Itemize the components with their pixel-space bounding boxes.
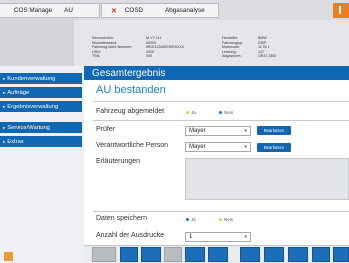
info-col2: M-YY 111 50000 WDD1234567890XXXX 0000 000	[146, 36, 184, 59]
radio-label: Ja	[191, 217, 196, 222]
info-cell: OR47-OBD	[258, 54, 277, 59]
radio-label: Nein	[224, 217, 234, 222]
next-icon[interactable]	[333, 247, 349, 262]
fahrzeug-radio-ja[interactable]: Ja	[186, 110, 196, 115]
arrow-right-icon: ▸	[3, 103, 6, 109]
sidebar-item-extras[interactable]: ▸ Extras	[0, 136, 82, 147]
radio-icon	[219, 111, 222, 114]
arrow-right-icon: ▸	[3, 75, 6, 81]
radio-label: Ja	[191, 110, 196, 115]
sidebar-item-label: Aufträge	[7, 89, 30, 96]
sidebar-item-auftraege[interactable]: ▸ Aufträge	[0, 87, 82, 98]
tab-cosd-label: COSD	[124, 7, 144, 14]
toolbar-button-tool[interactable]	[164, 247, 182, 262]
arrow-right-icon: ▸	[3, 138, 6, 144]
toolbar-button-2[interactable]	[141, 247, 161, 262]
verantwortliche-person-select[interactable]: Mayer ▾	[185, 142, 251, 152]
sidebar-item-label: Service/Wartung	[7, 124, 50, 131]
toolbar-button-back[interactable]	[92, 247, 116, 262]
tab-cos-manager-label: COS Manage	[14, 7, 53, 14]
warning-icon[interactable]	[4, 252, 13, 261]
sidebar-item-label: Extras	[7, 138, 24, 145]
fahrzeug-radio-nein[interactable]: Nein	[219, 110, 233, 115]
tab-cos-manager[interactable]: COS Manage AU	[0, 3, 100, 18]
toolbar-button-1[interactable]	[120, 247, 138, 262]
page-title: Gesamtergebnis	[84, 66, 349, 80]
erlaeuterungen-label: Erläuterungen	[96, 158, 140, 165]
toolbar-button-3[interactable]	[185, 247, 205, 262]
daten-speichern-label: Daten speichern	[96, 215, 147, 222]
info-col3: Hersteller: Fahrzeugtyp: Motorcode: Leistun…	[222, 36, 243, 59]
arrow-right-icon: ▸	[3, 89, 6, 95]
toolbar-button-7[interactable]	[288, 247, 308, 262]
result-status: AU bestanden	[96, 84, 166, 96]
toolbar-button-8[interactable]	[312, 247, 330, 262]
divider	[93, 120, 349, 121]
info-cell: 000	[146, 54, 152, 59]
info-cell: Abgasnorm:	[222, 54, 242, 59]
daten-radio-nein[interactable]: Nein	[219, 217, 233, 222]
radio-label: Nein	[224, 110, 234, 115]
radio-icon	[186, 111, 189, 114]
tab-cosd-sub: Abgasanalyse	[165, 7, 205, 14]
sidebar-item-service-wartung[interactable]: ▸ Service/Wartung	[0, 122, 82, 133]
tab-cos-manager-sub: AU	[64, 7, 73, 14]
toolbar-button-4[interactable]	[208, 247, 228, 262]
toolbar-button-5[interactable]	[240, 247, 260, 262]
radio-icon	[186, 218, 189, 221]
tab-cosd[interactable]: ✕ COSD Abgasanalyse	[101, 3, 219, 18]
info-col4: BMW 230P 11 00 1 147 OR47-OBD	[258, 36, 276, 59]
anzahl-ausdrucke-select[interactable]: 1 ▾	[185, 232, 251, 242]
radio-icon	[219, 218, 222, 221]
verantwortlich-bearbeiten-button[interactable]: Bearbeiten	[257, 143, 291, 152]
close-icon[interactable]: ✕	[111, 7, 117, 15]
pruefer-label: Prüfer	[96, 126, 116, 133]
sidebar-item-label: Ergebnisverwaltung	[7, 103, 59, 110]
divider	[93, 211, 349, 212]
pruefer-value: Mayer	[189, 128, 206, 134]
info-cell: TSN:	[92, 54, 101, 59]
alert-tab[interactable]	[333, 3, 349, 18]
logo-area	[0, 20, 74, 66]
dropdown-arrow-icon: ▾	[244, 234, 247, 240]
anzahl-ausdrucke-label: Anzahl der Ausdrucke	[96, 232, 165, 239]
alert-icon	[339, 6, 341, 14]
sidebar-item-ergebnisverwaltung[interactable]: ▸ Ergebnisverwaltung	[0, 101, 82, 112]
pruefer-bearbeiten-button[interactable]: Bearbeiten	[257, 126, 291, 135]
toolbar-button-6[interactable]	[264, 247, 284, 262]
ausdrucke-value: 1	[189, 234, 193, 240]
pruefer-select[interactable]: Mayer ▾	[185, 126, 251, 136]
info-col1: Kennzeichen: Kilometerstand: Fahrzeug-Iden…	[92, 36, 132, 59]
dropdown-arrow-icon: ▾	[244, 128, 247, 134]
daten-radio-ja[interactable]: Ja	[186, 217, 196, 222]
erlaeuterungen-textarea[interactable]	[185, 158, 349, 200]
fahrzeug-abgemeldet-label: Fahrzeug abgemeldet	[96, 108, 165, 115]
sidebar-item-label: Kundenverwaltung	[7, 75, 56, 82]
arrow-right-icon: ▸	[3, 124, 6, 130]
verantwortliche-person-label: Verantwortliche Person	[96, 142, 168, 149]
dropdown-arrow-icon: ▾	[244, 144, 247, 150]
verantwortlich-value: Mayer	[189, 144, 206, 150]
divider	[93, 101, 349, 102]
sidebar-item-kundenverwaltung[interactable]: ▸ Kundenverwaltung	[0, 73, 82, 84]
